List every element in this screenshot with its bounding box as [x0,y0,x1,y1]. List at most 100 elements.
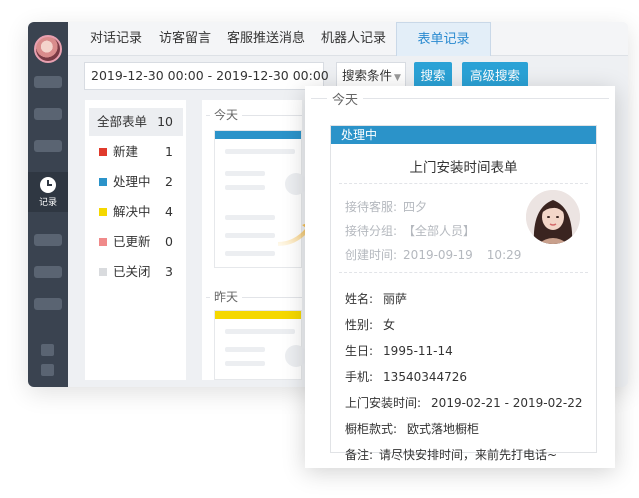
field-value: 2019-02-21 - 2019-02-22 [431,396,583,410]
status-bar [215,311,301,319]
sidebar: 记录 [28,22,68,387]
field-value: 丽萨 [383,292,408,306]
field-phone: 手机: 13540344726 [345,368,467,385]
filter-count: 4 [165,204,173,219]
tab-visitor-messages[interactable]: 访客留言 [159,22,211,56]
yesterday-label: 昨天 [210,288,243,305]
form-card-yesterday[interactable] [214,310,307,380]
status-dot [99,268,107,276]
status-header: 处理中 [331,126,596,144]
field-value: 欧式落地橱柜 [407,422,480,436]
tab-robot-records[interactable]: 机器人记录 [321,22,386,56]
sidebar-item-3[interactable] [34,140,62,152]
meta-value: 【全部人员】 [403,224,476,238]
sidebar-item-5[interactable] [34,234,62,246]
placeholder-line [225,149,295,154]
placeholder-line [225,361,265,366]
form-detail-card: 处理中 上门安装时间表单 接待客服: 四夕 接待分组: 【全部人员】 创建时间: 20… [330,125,597,462]
status-dot [99,238,107,246]
field-name: 姓名: 丽萨 [345,290,407,307]
field-birthday: 生日: 1995-11-14 [345,342,453,359]
filter-updated[interactable]: 已更新 0 [89,228,183,256]
meta-label: 接待分组: [345,224,398,238]
sidebar-item-2[interactable] [34,108,62,120]
clock-icon [40,176,56,193]
meta-group: 接待分组: 【全部人员】 [345,222,481,239]
status-dot [99,208,107,216]
sidebar-item-1[interactable] [34,76,62,88]
filter-count: 10 [157,114,173,129]
filter-label: 处理中 [113,174,151,189]
sidebar-item-7[interactable] [34,298,62,310]
search-condition-label: 搜索条件 [342,68,393,83]
placeholder-line [225,251,275,256]
meta-label: 创建时间: [345,248,398,262]
status-bar [215,131,301,139]
filter-count: 2 [165,174,173,189]
form-detail-popup: 今天 处理中 上门安装时间表单 接待客服: 四夕 接待分组: 【全部人员】 创建时间… [305,86,615,468]
field-label: 上门安装时间: [345,396,422,410]
filter-closed[interactable]: 已关闭 3 [89,258,183,286]
meta-date: 2019-09-19 [403,248,473,262]
filter-count: 1 [165,144,173,159]
filter-new[interactable]: 新建 1 [89,138,183,166]
meta-time: 10:29 [486,248,522,262]
field-value: 13540344726 [383,370,468,384]
tab-bar: 对话记录 访客留言 客服推送消息 机器人记录 表单记录 [68,22,628,56]
filter-label: 已关闭 [113,264,151,279]
meta-value: 四夕 [403,200,428,214]
tab-form-records[interactable]: 表单记录 [396,22,491,56]
placeholder-line [225,171,265,176]
field-install-time: 上门安装时间: 2019-02-21 - 2019-02-22 [345,394,582,411]
filter-count: 3 [165,264,173,279]
meta-agent: 接待客服: 四夕 [345,198,433,215]
filter-label: 新建 [113,144,139,159]
sidebar-item-records[interactable]: 记录 [28,172,68,212]
sidebar-record-label: 记录 [38,197,57,208]
field-label: 橱柜款式: [345,422,398,436]
field-label: 姓名: [345,292,374,306]
placeholder-line [225,347,265,352]
status-dot [99,178,107,186]
caret-down-icon: ▼ [394,73,401,83]
field-cabinet-style: 橱柜款式: 欧式落地橱柜 [345,420,479,437]
field-label: 备注: [345,448,374,462]
filter-label: 解决中 [113,204,151,219]
field-label: 手机: [345,370,374,384]
filter-all-forms[interactable]: 全部表单 10 [89,108,183,136]
popup-day-label: 今天 [327,89,364,108]
field-label: 生日: [345,344,374,358]
customer-photo-icon [526,190,580,244]
sidebar-bottom-item-2[interactable] [41,364,54,376]
filter-count: 0 [165,234,173,249]
field-value: 请尽快安排时间，来前先打电话~ [379,448,558,462]
date-range-input[interactable]: 2019-12-30 00:00 - 2019-12-30 00:00 [84,62,329,90]
placeholder-avatar [285,345,307,367]
filter-resolving[interactable]: 解决中 4 [89,198,183,226]
meta-created: 创建时间: 2019-09-19 10:29 [345,246,527,263]
form-title: 上门安装时间表单 [409,160,518,176]
divider [339,272,588,273]
filter-processing[interactable]: 处理中 2 [89,168,183,196]
field-gender: 性别: 女 [345,316,395,333]
placeholder-line [225,329,295,334]
placeholder-line [225,185,265,190]
today-label: 今天 [210,106,243,123]
field-value: 女 [383,318,396,332]
field-remarks: 备注: 请尽快安排时间，来前先打电话~ [345,446,557,463]
filter-label: 全部表单 [97,114,148,129]
placeholder-avatar [285,173,307,195]
tab-agent-push[interactable]: 客服推送消息 [227,22,305,56]
field-value: 1995-11-14 [383,344,453,358]
meta-label: 接待客服: [345,200,398,214]
customer-avatar [526,190,580,244]
filter-label: 已更新 [113,234,151,249]
placeholder-line [225,233,275,238]
sidebar-bottom-item-1[interactable] [41,344,54,356]
user-avatar[interactable] [34,35,62,63]
status-dot [99,148,107,156]
placeholder-line [225,215,275,220]
tab-chat-records[interactable]: 对话记录 [90,22,142,56]
sidebar-item-6[interactable] [34,266,62,278]
field-label: 性别: [345,318,374,332]
